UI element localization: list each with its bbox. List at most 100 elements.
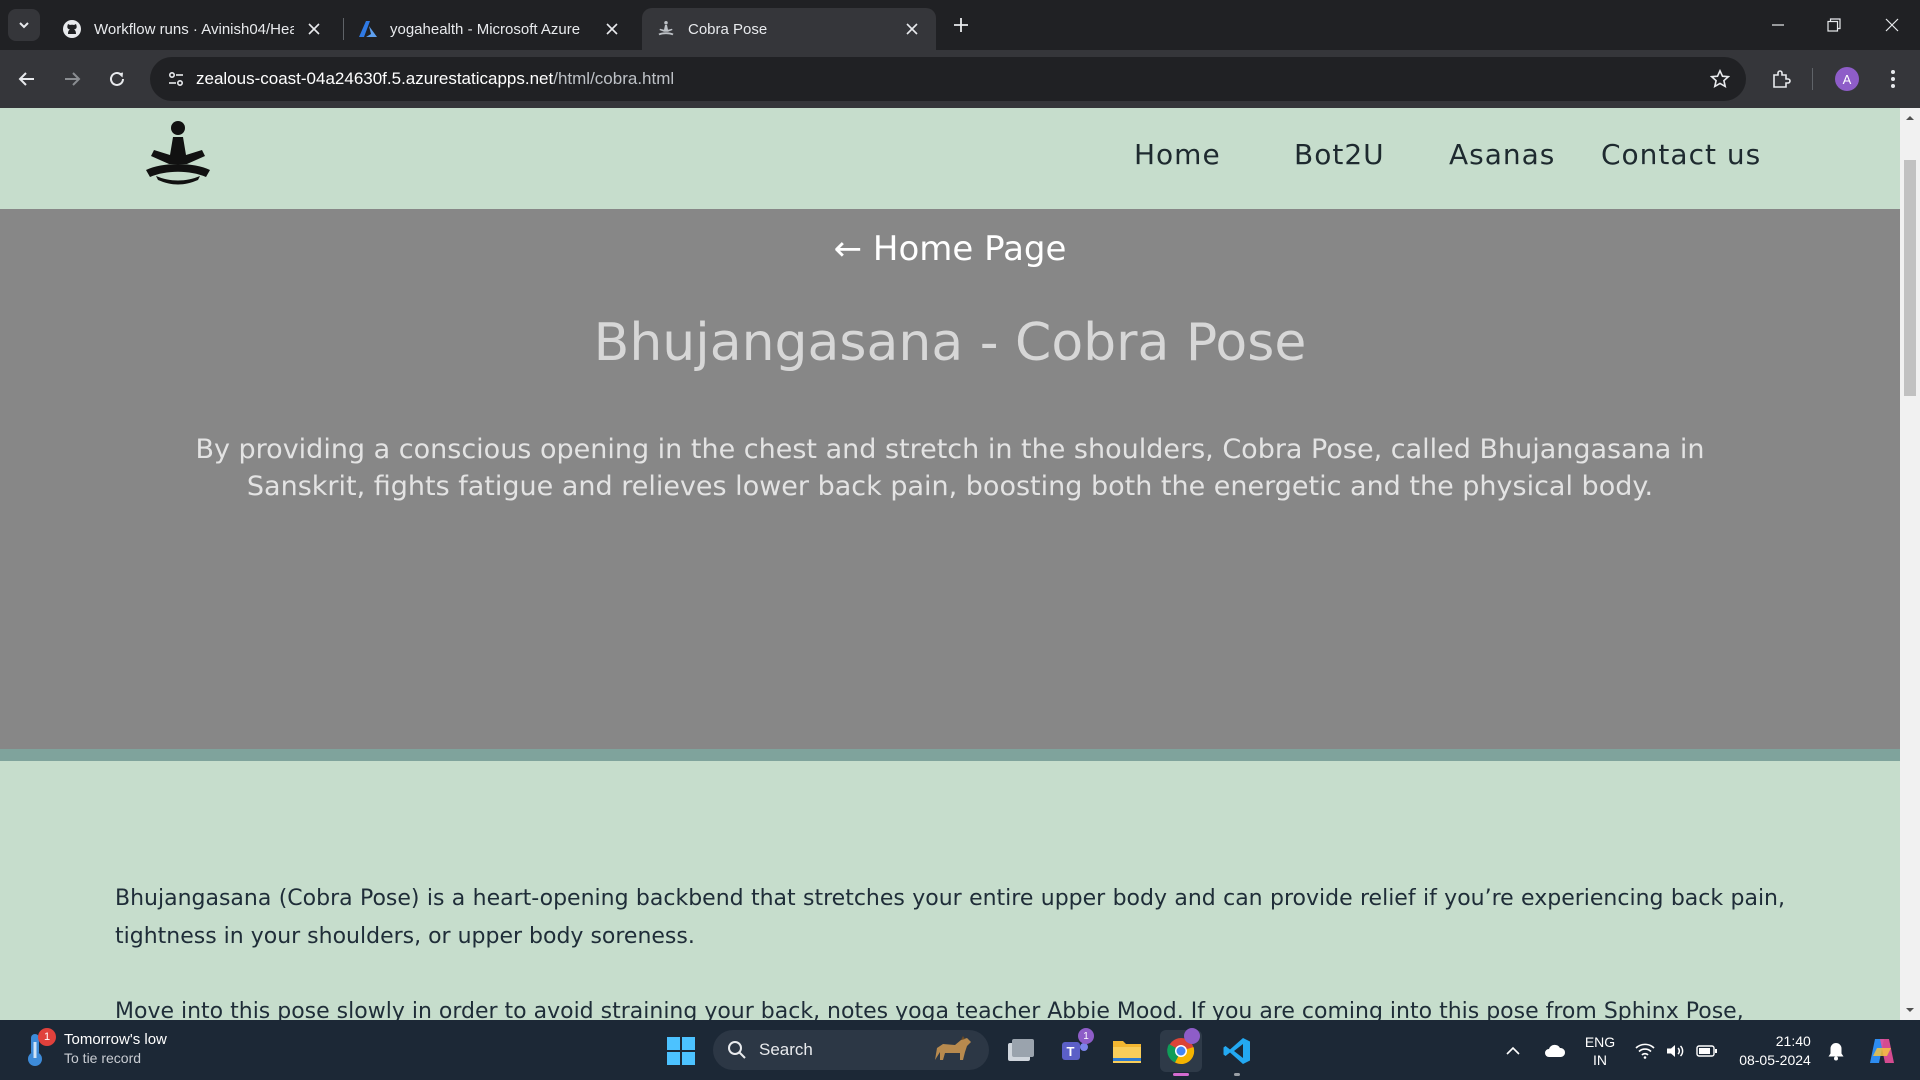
browser-menu-button[interactable] xyxy=(1876,62,1910,96)
scroll-up-arrow-icon[interactable] xyxy=(1900,108,1920,128)
article-content: Bhujangasana (Cobra Pose) is a heart-ope… xyxy=(115,880,1785,1020)
scroll-down-arrow-icon[interactable] xyxy=(1900,1000,1920,1020)
teams-badge: 1 xyxy=(1078,1028,1094,1044)
hero-description: By providing a conscious opening in the … xyxy=(195,434,1705,502)
close-icon xyxy=(1885,18,1899,32)
horse-illustration-icon xyxy=(935,1036,971,1060)
chevron-up-icon xyxy=(1506,1046,1520,1055)
svg-text:T: T xyxy=(1067,1044,1075,1059)
tab-search-button[interactable] xyxy=(8,9,40,41)
page-viewport: Home Bot2U Asanas Contact us ← Home Page… xyxy=(0,108,1920,1020)
back-button[interactable] xyxy=(10,62,44,96)
article-paragraph: Move into this pose slowly in order to a… xyxy=(115,999,1744,1020)
wifi-icon[interactable] xyxy=(1632,1030,1658,1072)
tab-title: Workflow runs · Avinish04/Heal xyxy=(94,20,294,38)
back-home-link[interactable]: ← Home Page xyxy=(834,229,1067,269)
restore-icon xyxy=(1827,18,1841,32)
close-icon[interactable] xyxy=(602,19,622,39)
taskbar-search[interactable]: Search xyxy=(713,1030,989,1070)
notification-bell-icon[interactable] xyxy=(1824,1030,1848,1072)
nav-link-bot2u[interactable]: Bot2U xyxy=(1294,138,1449,171)
back-home-link-row: ← Home Page xyxy=(0,229,1900,269)
reload-icon xyxy=(110,71,124,86)
chevron-down-icon xyxy=(19,22,29,29)
tab-title: Cobra Pose xyxy=(688,20,768,38)
site-header: Home Bot2U Asanas Contact us xyxy=(0,108,1900,209)
plus-icon xyxy=(954,18,968,32)
windows-taskbar: 1 Tomorrow's low To tie record Search T … xyxy=(0,1020,1920,1080)
browser-tab-strip: Workflow runs · Avinish04/Heal yogahealt… xyxy=(0,0,1920,50)
more-vertical-icon xyxy=(1891,70,1895,88)
folder-icon xyxy=(1113,1041,1141,1063)
weather-title: Tomorrow's low xyxy=(64,1030,167,1048)
nav-link-contact[interactable]: Contact us xyxy=(1601,138,1761,171)
clock-time: 21:40 xyxy=(1775,1033,1811,1049)
show-hidden-icons-button[interactable] xyxy=(1500,1030,1526,1072)
copilot-icon[interactable] xyxy=(1862,1030,1902,1072)
volume-icon[interactable] xyxy=(1662,1030,1688,1072)
reload-button[interactable] xyxy=(100,62,134,96)
arrow-right-icon xyxy=(65,72,81,86)
extensions-button[interactable] xyxy=(1764,62,1798,96)
minimize-button[interactable] xyxy=(1750,0,1806,50)
url-host: zealous-coast-04a24630f.5.azurestaticapp… xyxy=(196,69,554,88)
new-tab-button[interactable] xyxy=(948,12,974,38)
yoga-logo-icon[interactable] xyxy=(142,120,214,186)
site-nav: Home Bot2U Asanas Contact us xyxy=(1134,138,1761,171)
search-icon xyxy=(728,1041,746,1059)
scrollbar-thumb[interactable] xyxy=(1904,160,1916,396)
clock[interactable]: 21:40 08-05-2024 xyxy=(1734,1030,1816,1072)
running-indicator xyxy=(1173,1073,1189,1076)
nav-link-asanas[interactable]: Asanas xyxy=(1449,138,1601,171)
tab-cobra-pose[interactable]: Cobra Pose xyxy=(642,8,936,50)
windows-logo-icon xyxy=(667,1037,695,1065)
minimize-icon xyxy=(1772,24,1784,26)
file-explorer-app[interactable] xyxy=(1106,1030,1148,1072)
address-bar[interactable]: zealous-coast-04a24630f.5.azurestaticapp… xyxy=(150,57,1746,101)
teams-app[interactable]: T 1 xyxy=(1054,1028,1096,1072)
profile-button[interactable]: A xyxy=(1830,62,1864,96)
vscode-app[interactable] xyxy=(1216,1030,1258,1076)
weather-widget[interactable]: 1 Tomorrow's low To tie record xyxy=(22,1028,167,1068)
url-path: /html/cobra.html xyxy=(553,69,675,88)
clock-date: 08-05-2024 xyxy=(1739,1052,1811,1068)
close-icon[interactable] xyxy=(902,19,922,39)
language-code: ENG xyxy=(1584,1034,1616,1050)
page-scrollbar[interactable] xyxy=(1900,108,1920,1020)
avatar: A xyxy=(1835,67,1859,91)
running-indicator xyxy=(1234,1073,1240,1076)
search-placeholder: Search xyxy=(759,1040,813,1059)
close-icon[interactable] xyxy=(304,19,324,39)
chrome-app[interactable] xyxy=(1160,1028,1202,1076)
restore-button[interactable] xyxy=(1806,0,1862,50)
language-indicator[interactable]: ENG IN xyxy=(1580,1030,1620,1072)
arrow-left-icon xyxy=(18,72,34,86)
thermometer-icon: 1 xyxy=(22,1028,56,1068)
onedrive-cloud-icon[interactable] xyxy=(1540,1030,1570,1072)
nav-link-home[interactable]: Home xyxy=(1134,138,1294,171)
page-title: Bhujangasana - Cobra Pose xyxy=(593,313,1307,373)
bookmark-star-icon[interactable] xyxy=(1706,65,1734,93)
article-paragraph: Bhujangasana (Cobra Pose) is a heart-ope… xyxy=(115,886,1785,949)
start-button[interactable] xyxy=(660,1030,702,1072)
battery-icon[interactable] xyxy=(1694,1030,1720,1072)
vscode-icon xyxy=(1223,1038,1250,1064)
tab-azure[interactable]: yogahealth - Microsoft Azure xyxy=(344,8,636,50)
toolbar-divider xyxy=(1812,68,1813,90)
forward-button[interactable] xyxy=(55,62,89,96)
puzzle-icon xyxy=(1773,70,1791,88)
weather-subtitle: To tie record xyxy=(64,1049,142,1066)
weather-badge: 1 xyxy=(38,1028,56,1046)
hero-section: ← Home Page Bhujangasana - Cobra Pose By… xyxy=(0,209,1900,749)
url-text: zealous-coast-04a24630f.5.azurestaticapp… xyxy=(196,69,674,89)
task-view-button[interactable] xyxy=(1000,1030,1042,1072)
close-window-button[interactable] xyxy=(1864,0,1920,50)
browser-toolbar: zealous-coast-04a24630f.5.azurestaticapp… xyxy=(0,50,1920,108)
yoga-pose-icon xyxy=(656,19,676,39)
hero-divider-strip xyxy=(0,749,1900,761)
tab-title: yogahealth - Microsoft Azure xyxy=(390,20,581,38)
chrome-profile-badge-icon xyxy=(1184,1028,1200,1044)
tab-workflow-runs[interactable]: Workflow runs · Avinish04/Heal xyxy=(48,8,338,50)
site-settings-icon[interactable] xyxy=(162,65,190,93)
language-region: IN xyxy=(1593,1052,1607,1068)
